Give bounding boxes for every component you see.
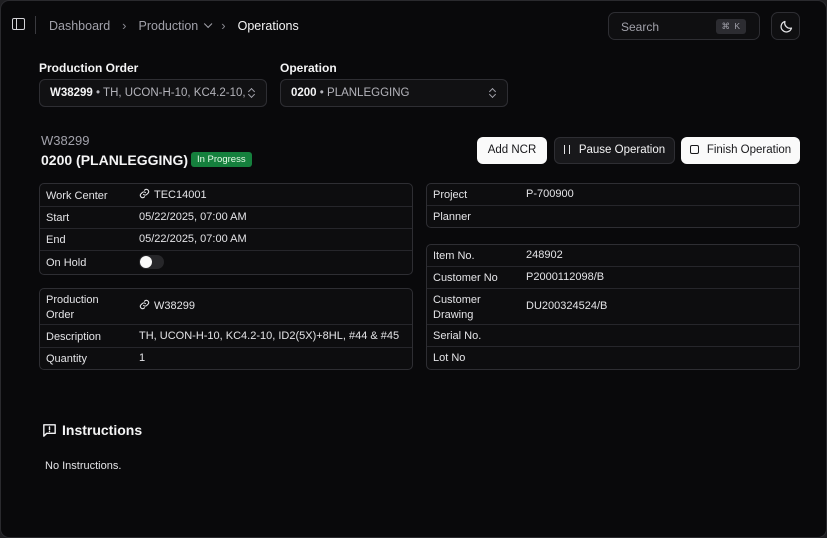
instructions-title: Instructions xyxy=(62,422,143,438)
serial-label: Serial No. xyxy=(433,330,482,342)
chevron-down-icon[interactable] xyxy=(204,19,213,28)
planner-row: Planner xyxy=(427,206,799,227)
description-row: Description TH, UCON-H-10, KC4.2-10, ID2… xyxy=(40,325,412,348)
item-value: 248902 xyxy=(526,249,563,261)
description-value: TH, UCON-H-10, KC4.2-10, ID2(5X)+8HL, #4… xyxy=(139,330,400,342)
customer-drawing-label-line1: Customer xyxy=(433,294,481,306)
add-ncr-button[interactable]: Add NCR xyxy=(477,137,547,164)
instructions-body: No Instructions. xyxy=(45,460,122,472)
pause-operation-button[interactable]: Pause Operation xyxy=(554,137,675,164)
divider xyxy=(35,16,36,34)
work-center-label: Work Center xyxy=(46,190,108,202)
work-center-value: TEC14001 xyxy=(154,189,207,201)
customer-drawing-row: Customer Drawing DU200324524/B xyxy=(427,289,799,325)
project-card: Project P-700900 Planner xyxy=(426,183,800,228)
production-order-value: W38299 xyxy=(154,300,195,312)
customer-no-row: Customer No P2000112098/B xyxy=(427,267,799,289)
link-icon xyxy=(139,188,150,199)
quantity-label: Quantity xyxy=(46,353,87,365)
breadcrumb-dashboard[interactable]: Dashboard xyxy=(49,19,110,33)
planner-label: Planner xyxy=(433,211,471,223)
end-label: End xyxy=(46,234,66,246)
start-value: 05/22/2025, 07:00 AM xyxy=(139,211,247,223)
chevron-updown-icon xyxy=(248,87,256,99)
on-hold-label: On Hold xyxy=(46,257,87,269)
production-order-code: W38299 xyxy=(50,87,93,99)
breadcrumb-operations: Operations xyxy=(237,18,299,33)
operation-select[interactable]: 0200 • PLANLEGGING xyxy=(280,79,508,107)
item-row: Item No. 248902 xyxy=(427,245,799,267)
description-label: Description xyxy=(46,331,102,343)
breadcrumb: Dashboard › Production › Operations xyxy=(49,18,299,33)
quantity-value: 1 xyxy=(139,352,146,364)
pause-icon xyxy=(563,145,570,154)
work-center-row: Work Center TEC14001 xyxy=(40,184,412,207)
customer-drawing-label: Customer Drawing xyxy=(433,293,481,323)
start-row: Start 05/22/2025, 07:00 AM xyxy=(40,207,412,229)
work-center-card: Work Center TEC14001 Start 05/22/2025, 0… xyxy=(39,183,413,275)
link-icon xyxy=(139,299,150,310)
top-bar: Dashboard › Production › Operations Sear… xyxy=(1,1,826,49)
customer-no-label: Customer No xyxy=(433,272,498,284)
customer-no-value: P2000112098/B xyxy=(526,271,605,283)
chevron-right-icon: › xyxy=(122,18,127,33)
add-ncr-label: Add NCR xyxy=(487,144,537,156)
start-label: Start xyxy=(46,212,70,224)
search-shortcut: ⌘ K xyxy=(716,19,746,34)
finish-operation-button[interactable]: Finish Operation xyxy=(681,137,800,164)
customer-drawing-value: DU200324524/B xyxy=(526,300,608,312)
production-order-field-label-line2: Order xyxy=(46,309,75,321)
app-window: Dashboard › Production › Operations Sear… xyxy=(0,0,827,538)
operation-code: 0200 xyxy=(291,87,317,99)
project-row: Project P-700900 xyxy=(427,184,799,206)
chevron-updown-icon xyxy=(489,87,497,99)
production-order-field-label-line1: Production xyxy=(46,294,99,306)
page-title: 0200 (PLANLEGGING) xyxy=(41,152,189,168)
operation-order-number: W38299 xyxy=(41,133,90,148)
project-value: P-700900 xyxy=(526,188,574,200)
production-order-row: Production Order W38299 xyxy=(40,289,412,325)
chevron-right-icon: › xyxy=(221,18,226,33)
status-badge: In Progress xyxy=(191,152,252,167)
production-order-link[interactable]: W38299 xyxy=(139,299,195,312)
item-label: Item No. xyxy=(433,250,475,262)
customer-drawing-label-line2: Drawing xyxy=(433,309,474,321)
lot-row: Lot No xyxy=(427,347,799,369)
sidebar-toggle-icon[interactable] xyxy=(12,18,25,30)
quantity-row: Quantity 1 xyxy=(40,348,412,369)
production-order-desc: • TH, UCON-H-10, KC4.2-10, xyxy=(96,87,246,99)
project-label: Project xyxy=(433,189,468,201)
item-card: Item No. 248902 Customer No P2000112098/… xyxy=(426,244,800,370)
breadcrumb-production[interactable]: Production xyxy=(139,19,199,33)
finish-label: Finish Operation xyxy=(706,144,792,156)
pause-label: Pause Operation xyxy=(578,144,666,156)
search-label: Search xyxy=(621,20,660,34)
search-button[interactable]: Search ⌘ K xyxy=(608,12,760,40)
lot-label: Lot No xyxy=(433,352,466,364)
theme-toggle-button[interactable] xyxy=(771,12,800,40)
square-icon xyxy=(689,145,699,154)
serial-row: Serial No. xyxy=(427,325,799,347)
production-order-select[interactable]: W38299 • TH, UCON-H-10, KC4.2-10, xyxy=(39,79,267,107)
on-hold-row: On Hold xyxy=(40,251,412,274)
end-value: 05/22/2025, 07:00 AM xyxy=(139,233,247,245)
production-order-field-label: Production Order xyxy=(46,293,99,323)
message-alert-icon xyxy=(43,424,56,437)
production-order-card: Production Order W38299 Description TH, U… xyxy=(39,288,413,370)
production-order-label: Production Order xyxy=(39,61,139,75)
end-row: End 05/22/2025, 07:00 AM xyxy=(40,229,412,251)
work-center-link[interactable]: TEC14001 xyxy=(139,188,207,201)
moon-icon xyxy=(780,20,793,33)
operation-label: Operation xyxy=(280,61,337,75)
on-hold-toggle[interactable] xyxy=(139,255,164,269)
operation-desc: • PLANLEGGING xyxy=(319,87,410,99)
